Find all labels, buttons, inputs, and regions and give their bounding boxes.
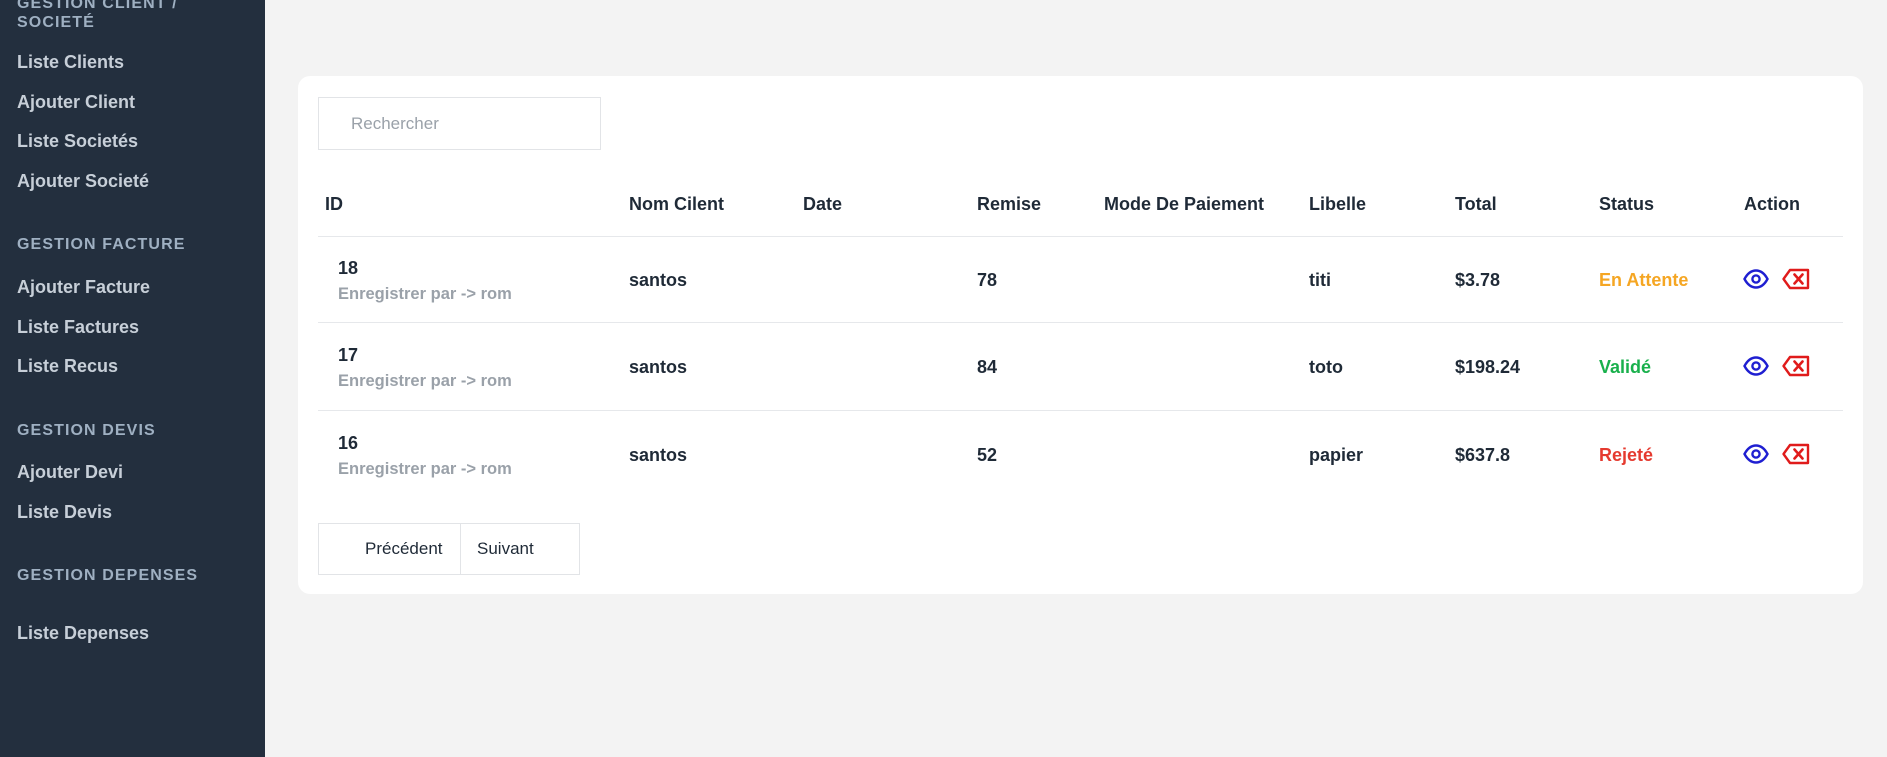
sidebar-item-liste-devis[interactable]: Liste Devis	[17, 502, 112, 523]
section-title-line1: GESTION CLIENT /	[17, 0, 178, 12]
section-title-devis: GESTION DEVIS	[17, 422, 156, 439]
sidebar-item-liste-depenses[interactable]: Liste Depenses	[17, 623, 149, 644]
section-title-facture: GESTION FACTURE	[17, 236, 186, 253]
status-badge: Rejeté	[1599, 445, 1654, 465]
column-header-id: ID	[325, 194, 343, 214]
column-header-remise: Remise	[977, 194, 1042, 214]
sidebar-item-ajouter-societe[interactable]: Ajouter Societé	[17, 171, 149, 192]
delete-x-icon[interactable]	[1782, 265, 1810, 293]
eye-icon[interactable]	[1742, 265, 1770, 293]
sidebar-item-ajouter-client[interactable]: Ajouter Client	[17, 92, 135, 113]
total-value: $198.24	[1455, 357, 1521, 377]
recorded-by: Enregistrer par -> rom	[338, 372, 512, 390]
client-name: santos	[629, 445, 688, 465]
libelle-value: titi	[1309, 270, 1331, 290]
next-page-button[interactable]: Suivant	[461, 524, 579, 574]
sidebar-item-liste-societes[interactable]: Liste Societés	[17, 131, 138, 152]
delete-x-icon[interactable]	[1782, 352, 1810, 380]
invoice-id: 16	[338, 433, 359, 453]
eye-icon[interactable]	[1742, 440, 1770, 468]
column-header-libelle: Libelle	[1309, 194, 1367, 214]
section-title-client-societe: GESTION CLIENT / SOCIETÉ	[17, 0, 178, 32]
section-title-line2: SOCIETÉ	[17, 14, 95, 31]
sidebar-item-liste-clients[interactable]: Liste Clients	[17, 52, 124, 73]
remise-value: 84	[977, 357, 998, 377]
sidebar-item-liste-factures[interactable]: Liste Factures	[17, 317, 139, 338]
search-input[interactable]	[318, 97, 601, 150]
recorded-by: Enregistrer par -> rom	[338, 460, 512, 478]
status-badge: Validé	[1599, 357, 1652, 377]
invoice-id: 18	[338, 258, 359, 278]
section-title-depenses: GESTION DEPENSES	[17, 567, 199, 584]
column-header-date: Date	[803, 194, 843, 214]
recorded-by: Enregistrer par -> rom	[338, 285, 512, 303]
column-header-mode-paiement: Mode De Paiement	[1104, 194, 1265, 214]
remise-value: 52	[977, 445, 998, 465]
column-header-action: Action	[1744, 194, 1800, 214]
sidebar: GESTION CLIENT / SOCIETÉ Liste Clients A…	[0, 0, 265, 757]
sidebar-item-ajouter-facture[interactable]: Ajouter Facture	[17, 277, 150, 298]
divider	[318, 322, 1843, 323]
libelle-value: toto	[1309, 357, 1343, 377]
status-badge: En Attente	[1599, 270, 1689, 290]
sidebar-item-ajouter-devi[interactable]: Ajouter Devi	[17, 462, 123, 483]
invoice-id: 17	[338, 345, 359, 365]
eye-icon[interactable]	[1742, 352, 1770, 380]
invoices-card: ID Nom Cilent Date Remise Mode De Paieme…	[298, 76, 1863, 594]
client-name: santos	[629, 357, 688, 377]
total-value: $637.8	[1455, 445, 1511, 465]
total-value: $3.78	[1455, 270, 1501, 290]
divider	[318, 236, 1843, 237]
libelle-value: papier	[1309, 445, 1364, 465]
sidebar-item-liste-recus[interactable]: Liste Recus	[17, 356, 118, 377]
remise-value: 78	[977, 270, 998, 290]
column-header-client: Nom Cilent	[629, 194, 725, 214]
delete-x-icon[interactable]	[1782, 440, 1810, 468]
previous-page-button[interactable]: Précédent	[319, 524, 461, 574]
column-header-total: Total	[1455, 194, 1497, 214]
pagination: Précédent Suivant	[318, 523, 580, 575]
column-header-status: Status	[1599, 194, 1655, 214]
client-name: santos	[629, 270, 688, 290]
divider	[318, 410, 1843, 411]
